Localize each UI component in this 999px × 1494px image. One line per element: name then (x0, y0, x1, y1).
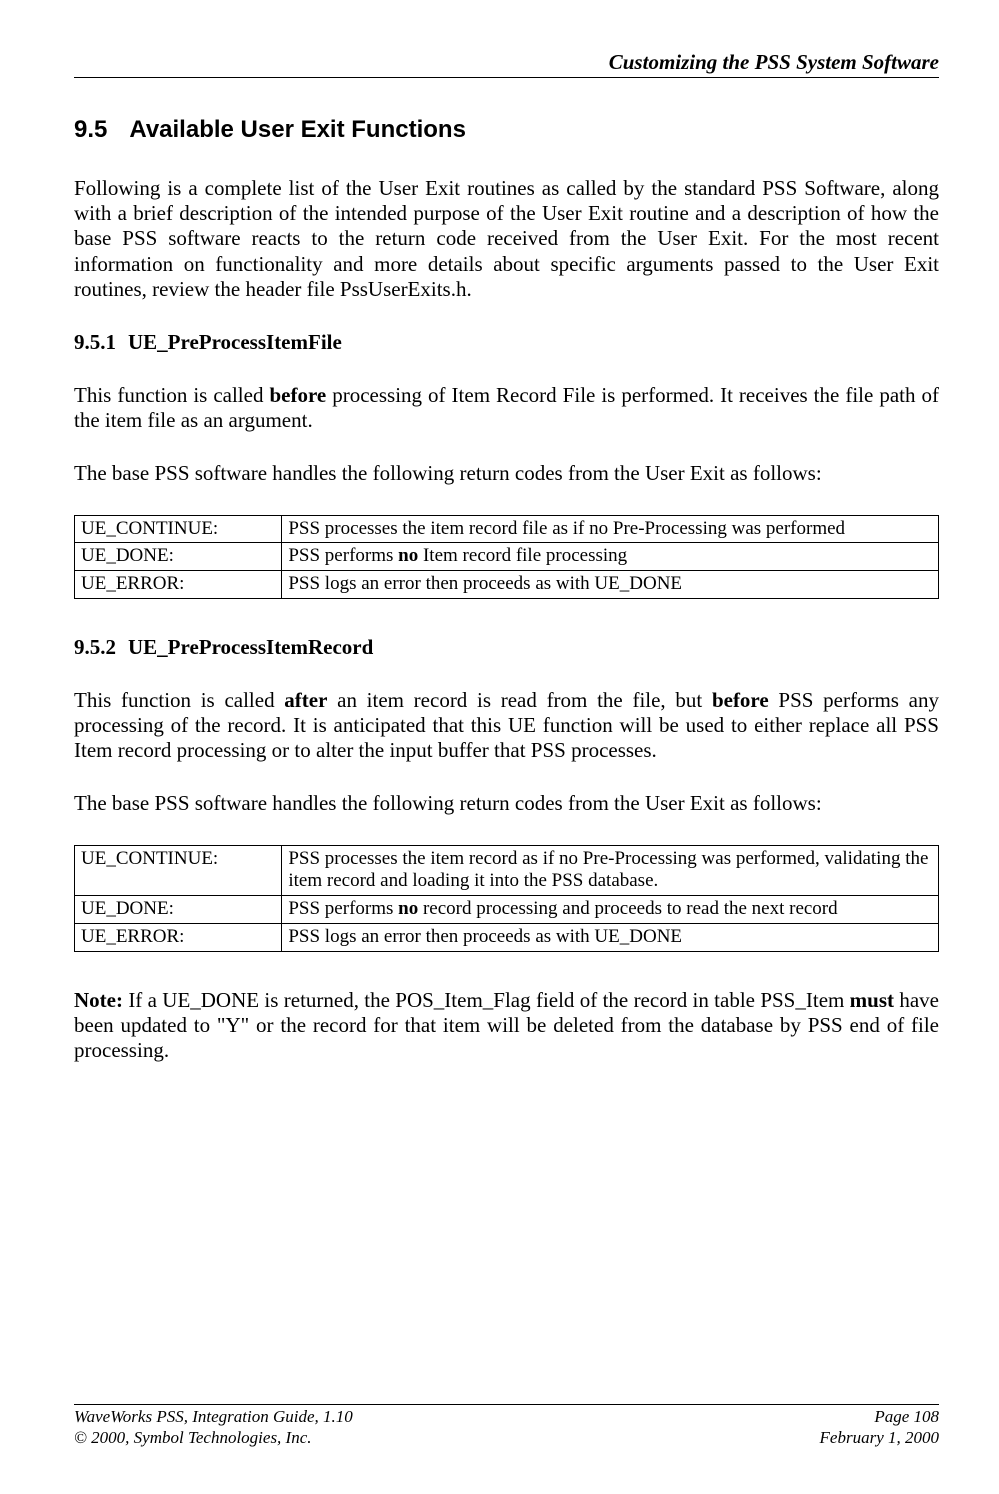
section-title: Available User Exit Functions (129, 116, 466, 143)
subsection-title: UE_PreProcessItemFile (128, 330, 342, 354)
table-row: UE_ERROR: PSS logs an error then proceed… (75, 571, 939, 599)
sub1-para2: The base PSS software handles the follow… (74, 461, 939, 486)
section-heading: 9.5 Available User Exit Functions (74, 116, 939, 144)
page-header: Customizing the PSS System Software (74, 50, 939, 75)
return-codes-table-1: UE_CONTINUE: PSS processes the item reco… (74, 515, 939, 599)
footer-page-number: Page 108 (874, 1407, 939, 1427)
footer-guide-title: WaveWorks PSS, Integration Guide, 1.10 (74, 1407, 353, 1427)
table-row: UE_DONE: PSS performs no record processi… (75, 896, 939, 924)
page-footer: WaveWorks PSS, Integration Guide, 1.10 P… (74, 1404, 939, 1448)
code-cell: UE_ERROR: (75, 571, 282, 599)
subsection-title: UE_PreProcessItemRecord (128, 635, 373, 659)
code-cell: UE_ERROR: (75, 924, 282, 952)
subsection-heading: 9.5.1 UE_PreProcessItemFile (74, 330, 939, 355)
return-codes-table-2: UE_CONTINUE: PSS processes the item reco… (74, 845, 939, 952)
code-cell: UE_CONTINUE: (75, 515, 282, 543)
section-number: 9.5 (74, 116, 107, 144)
section-intro: Following is a complete list of the User… (74, 176, 939, 302)
footer-date: February 1, 2000 (820, 1428, 939, 1448)
sub2-para2: The base PSS software handles the follow… (74, 791, 939, 816)
sub2-note: Note: If a UE_DONE is returned, the POS_… (74, 988, 939, 1064)
table-row: UE_DONE: PSS performs no Item record fil… (75, 543, 939, 571)
table-row: UE_CONTINUE: PSS processes the item reco… (75, 845, 939, 896)
footer-copyright: © 2000, Symbol Technologies, Inc. (74, 1428, 312, 1448)
code-cell: UE_DONE: (75, 543, 282, 571)
subsection-heading: 9.5.2 UE_PreProcessItemRecord (74, 635, 939, 660)
subsection-number: 9.5.1 (74, 330, 116, 355)
sub1-para1: This function is called before processin… (74, 383, 939, 433)
desc-cell: PSS processes the item record as if no P… (282, 845, 939, 896)
desc-cell: PSS logs an error then proceeds as with … (282, 924, 939, 952)
table-row: UE_ERROR: PSS logs an error then proceed… (75, 924, 939, 952)
footer-rule (74, 1404, 939, 1405)
desc-cell: PSS performs no Item record file process… (282, 543, 939, 571)
code-cell: UE_CONTINUE: (75, 845, 282, 896)
subsection-number: 9.5.2 (74, 635, 116, 660)
table-row: UE_CONTINUE: PSS processes the item reco… (75, 515, 939, 543)
header-rule (74, 77, 939, 78)
code-cell: UE_DONE: (75, 896, 282, 924)
sub2-para1: This function is called after an item re… (74, 688, 939, 764)
desc-cell: PSS logs an error then proceeds as with … (282, 571, 939, 599)
desc-cell: PSS performs no record processing and pr… (282, 896, 939, 924)
desc-cell: PSS processes the item record file as if… (282, 515, 939, 543)
